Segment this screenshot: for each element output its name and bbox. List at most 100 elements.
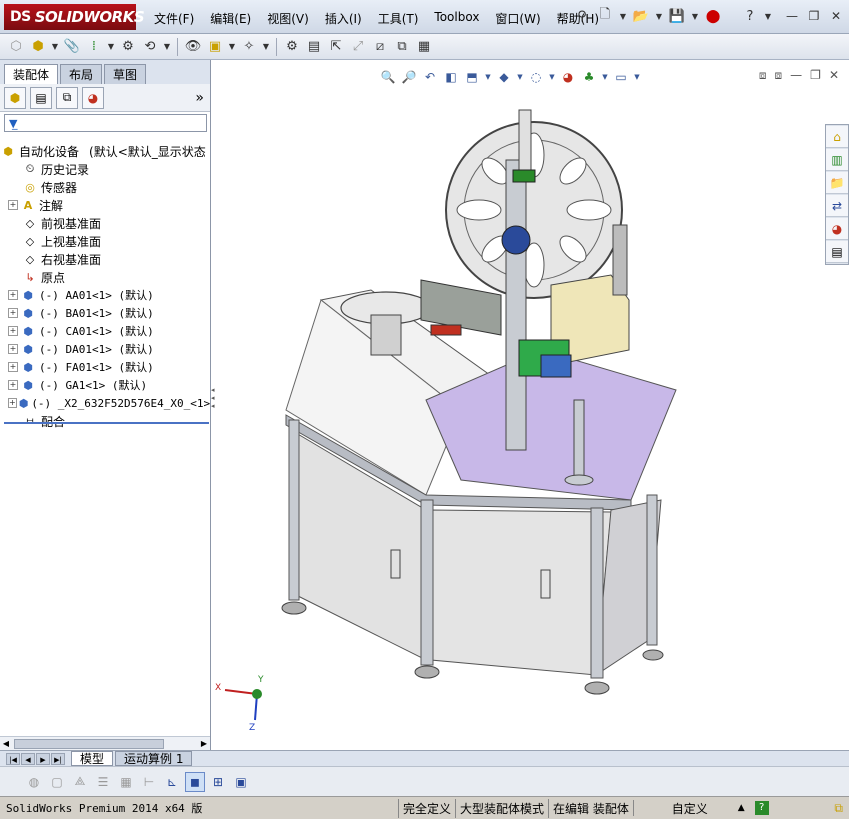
rebuild-icon[interactable]: ⧉	[834, 801, 843, 816]
previous-tab-icon[interactable]: ◀	[21, 752, 35, 765]
tree-item-sensors[interactable]: ◎ 传感器	[0, 178, 210, 196]
tree-component[interactable]: + ⬢ (-) FA01<1> (默认)	[0, 358, 210, 376]
linear-pattern-icon[interactable]: ⁞	[84, 37, 104, 57]
display-style-icon[interactable]: ◆	[495, 68, 513, 86]
panel-collapse-handle[interactable]: ◂ ◂ ◂	[211, 386, 219, 416]
save-icon[interactable]: 💾	[667, 6, 687, 26]
rollback-bar[interactable]	[4, 422, 209, 424]
tree-root[interactable]: ⬢ 自动化设备 (默认<默认_显示状态	[0, 142, 210, 160]
new-document-icon[interactable]: 🗋	[595, 6, 615, 26]
shaded-icon[interactable]: ◍	[24, 772, 44, 792]
chevron-down-icon[interactable]: ▼	[162, 37, 172, 57]
tab-sketch[interactable]: 草图	[104, 64, 147, 84]
file-explorer-icon[interactable]: 📁	[826, 172, 848, 194]
tree-component[interactable]: + ⬢ (-) DA01<1> (默认)	[0, 340, 210, 358]
tree-item-history[interactable]: ⏲ 历史记录	[0, 160, 210, 178]
help-icon[interactable]: ?	[740, 6, 760, 26]
tree-item-origin[interactable]: ↳ 原点	[0, 268, 210, 286]
close-icon[interactable]: ✕	[829, 68, 839, 83]
hide-show-items-icon[interactable]: ◌	[527, 68, 545, 86]
display-manager-icon[interactable]: ◕	[82, 86, 104, 109]
explode-line-sketch-icon[interactable]: ⤢	[348, 37, 368, 57]
chevron-down-icon[interactable]: ▼	[690, 6, 700, 26]
edit-appearance-icon[interactable]: ◕	[559, 68, 577, 86]
custom-properties-icon[interactable]: ▤	[826, 241, 848, 263]
chevron-double-right-icon[interactable]: »	[195, 90, 204, 106]
restore-icon[interactable]: ❐	[805, 8, 823, 24]
status-mode[interactable]: 大型装配体模式	[455, 798, 548, 818]
expand-icon[interactable]: +	[8, 362, 18, 372]
units-chevron-up-icon[interactable]: ▲	[738, 803, 745, 813]
quick-tips-icon[interactable]: ?	[754, 801, 769, 815]
reference-geometry-icon[interactable]: ✧	[239, 37, 259, 57]
cube-view-icon[interactable]: ◼	[185, 771, 205, 792]
tile-horizontal-icon[interactable]: ⧈	[759, 68, 767, 83]
assembly-features-icon[interactable]: ▣	[205, 37, 225, 57]
tree-component[interactable]: + ⬢ (-) AA01<1> (默认)	[0, 286, 210, 304]
pin-icon[interactable]: ⚲	[572, 6, 592, 26]
tile-vertical-icon[interactable]: ⧈	[775, 68, 783, 83]
edit-component-icon[interactable]: ⬡	[6, 37, 26, 57]
menu-insert[interactable]: 插入(I)	[317, 8, 370, 29]
last-tab-icon[interactable]: ▶|	[51, 752, 65, 765]
interference-detection-icon[interactable]: ⧄	[370, 37, 390, 57]
chevron-down-icon[interactable]: ▼	[618, 6, 628, 26]
smart-fasteners-icon[interactable]: ⚙	[118, 37, 138, 57]
tab-assembly[interactable]: 装配体	[4, 64, 59, 84]
minimize-icon[interactable]: —	[790, 68, 802, 83]
chevron-down-icon[interactable]: ▼	[601, 68, 609, 86]
tree-item-right-plane[interactable]: ◇ 右视基准面	[0, 250, 210, 268]
menu-window[interactable]: 窗口(W)	[487, 8, 548, 29]
expand-icon[interactable]: +	[8, 344, 18, 354]
properties-view-icon[interactable]: ▣	[231, 772, 251, 792]
tree-item-top-plane[interactable]: ◇ 上视基准面	[0, 232, 210, 250]
assembly-model[interactable]	[251, 100, 811, 700]
expand-icon[interactable]: +	[8, 290, 18, 300]
expand-icon[interactable]: +	[8, 200, 18, 210]
chevron-down-icon[interactable]: ▼	[50, 37, 60, 57]
view-settings-icon[interactable]: ▭	[612, 68, 630, 86]
section-view-icon[interactable]: ◧	[442, 68, 460, 86]
appearances-icon[interactable]: ◕	[826, 218, 848, 240]
property-manager-icon[interactable]: ▤	[30, 86, 52, 109]
view-orientation-icon[interactable]: ⬒	[463, 68, 481, 86]
tab-motion-study[interactable]: 运动算例 1	[115, 751, 193, 766]
tree-component[interactable]: + ⬢ (-) GA1<1> (默认)	[0, 376, 210, 394]
scrollbar-thumb[interactable]	[14, 739, 164, 749]
tab-layout[interactable]: 布局	[60, 64, 103, 84]
chart-icon[interactable]: ⊾	[162, 772, 182, 792]
insert-component-icon[interactable]: ⬢	[28, 37, 48, 57]
chevron-down-icon[interactable]: ▼	[763, 6, 773, 26]
tab-model[interactable]: 模型	[71, 751, 114, 766]
first-tab-icon[interactable]: |◀	[6, 752, 20, 765]
move-component-icon[interactable]: ⟲	[140, 37, 160, 57]
menu-edit[interactable]: 编辑(E)	[202, 8, 259, 29]
expand-icon[interactable]: +	[8, 308, 18, 318]
menu-toolbox[interactable]: Toolbox	[426, 8, 487, 29]
next-tab-icon[interactable]: ▶	[36, 752, 50, 765]
chevron-down-icon[interactable]: ▼	[516, 68, 524, 86]
configuration-manager-icon[interactable]: ⧉	[56, 86, 78, 109]
wireframe-icon[interactable]: ⟁	[70, 772, 90, 792]
design-library-icon[interactable]: ▥	[826, 149, 848, 171]
previous-view-icon[interactable]: ↶	[421, 68, 439, 86]
tree-component[interactable]: + ⬢ (-) CA01<1> (默认)	[0, 322, 210, 340]
chevron-down-icon[interactable]: ▼	[548, 68, 556, 86]
tree-item-front-plane[interactable]: ◇ 前视基准面	[0, 214, 210, 232]
restore-icon[interactable]: ❐	[810, 68, 821, 83]
zoom-to-area-icon[interactable]: 🔎	[400, 68, 418, 86]
chevron-down-icon[interactable]: ▼	[227, 37, 237, 57]
bill-of-materials-icon[interactable]: ▤	[304, 37, 324, 57]
new-motion-study-icon[interactable]: ⚙	[282, 37, 302, 57]
chevron-down-icon[interactable]: ▼	[106, 37, 116, 57]
graphics-area[interactable]: ◂ ◂ ◂ 🔍 🔎 ↶ ◧ ⬒ ▼ ◆ ▼ ◌ ▼ ◕ ♣ ▼ ▭ ▼ ⧈ ⧈ — …	[211, 60, 849, 750]
status-units[interactable]: 自定义	[672, 800, 708, 817]
mate-icon[interactable]: 📎	[62, 37, 82, 57]
solidworks-logo[interactable]: DS SOLIDWORKS	[4, 4, 145, 30]
expand-icon[interactable]: +	[8, 326, 18, 336]
performance-evaluation-icon[interactable]: ▦	[414, 37, 434, 57]
zoom-to-fit-icon[interactable]: 🔍	[379, 68, 397, 86]
tree-item-annotations[interactable]: + A 注解	[0, 196, 210, 214]
chevron-down-icon[interactable]: ▼	[261, 37, 271, 57]
dimension-icon[interactable]: ⊢	[139, 772, 159, 792]
